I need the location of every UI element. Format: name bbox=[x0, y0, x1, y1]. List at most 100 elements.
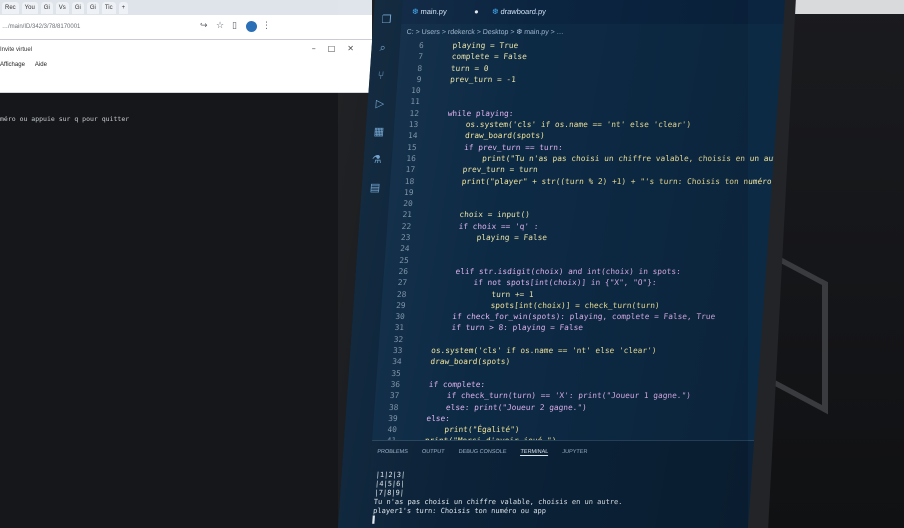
code-text: complete = False bbox=[432, 52, 528, 62]
profile-avatar[interactable] bbox=[246, 21, 257, 32]
code-line[interactable]: 23 playing = False bbox=[388, 232, 769, 243]
code-line[interactable]: 29 spots[int(choix)] = check_turn(turn) bbox=[383, 300, 764, 311]
bookmark-star-icon[interactable]: ☆ bbox=[216, 20, 224, 32]
code-text: if complete: bbox=[409, 379, 486, 389]
code-line[interactable]: 9 prev_turn = -1 bbox=[399, 74, 780, 85]
terminal-line: |4|5|6| bbox=[374, 480, 405, 488]
window-controls[interactable]: –□✕ bbox=[312, 44, 366, 53]
line-number: 27 bbox=[397, 278, 408, 288]
extensions-icon[interactable]: ▦ bbox=[373, 125, 384, 138]
code-line[interactable]: 40 print("Égalité") bbox=[374, 424, 755, 435]
line-number: 6 bbox=[418, 41, 425, 50]
line-number: 31 bbox=[394, 323, 405, 333]
code-line[interactable]: 8 turn = 0 bbox=[400, 63, 781, 74]
code-text: turn = 0 bbox=[431, 63, 489, 73]
code-line[interactable]: 10 bbox=[398, 85, 779, 96]
line-number: 36 bbox=[390, 379, 401, 389]
code-text: prev_turn = -1 bbox=[431, 74, 517, 84]
explorer-files-icon[interactable]: ❐ bbox=[381, 13, 392, 26]
line-number: 19 bbox=[403, 187, 414, 197]
browser-tab[interactable]: Tic bbox=[101, 2, 116, 14]
terminal-line: |7|8|9| bbox=[374, 489, 405, 497]
code-line[interactable]: 34 draw_board(spots) bbox=[379, 356, 760, 367]
line-number: 8 bbox=[417, 63, 423, 73]
code-line[interactable]: 26 elif str.isdigit(choix) and int(choix… bbox=[386, 266, 767, 277]
code-line[interactable]: 7 complete = False bbox=[401, 51, 782, 62]
browser-tab[interactable]: You bbox=[21, 2, 38, 14]
line-number: 25 bbox=[399, 255, 410, 265]
code-line[interactable]: 37 if check_turn(turn) == 'X': print("Jo… bbox=[377, 390, 758, 401]
code-line[interactable]: 6 playing = True bbox=[401, 40, 782, 51]
browser-tab[interactable]: Gi bbox=[71, 2, 84, 14]
run-debug-icon[interactable]: ▷ bbox=[375, 97, 384, 110]
line-number: 34 bbox=[391, 357, 402, 367]
testing-flask-icon[interactable]: ⚗ bbox=[371, 153, 382, 166]
line-number: 12 bbox=[409, 108, 420, 118]
code-line[interactable]: 35 bbox=[378, 368, 759, 379]
tab-problems[interactable]: PROBLEMS bbox=[377, 449, 408, 456]
tab-main-py[interactable]: ❆ main.py bbox=[412, 6, 447, 18]
code-text: choix = input() bbox=[421, 210, 531, 220]
source-control-icon[interactable]: ⑂ bbox=[377, 69, 385, 82]
code-line[interactable]: 24 bbox=[387, 243, 768, 254]
browser-tab[interactable]: Gi bbox=[86, 2, 99, 14]
code-line[interactable]: 19 bbox=[391, 187, 772, 198]
menu-item-affichage[interactable]: Affichage bbox=[0, 62, 25, 68]
new-tab-icon[interactable]: + bbox=[118, 2, 129, 14]
code-line[interactable]: 39 else: bbox=[375, 413, 756, 424]
code-line[interactable]: 33 os.system('cls' if os.name == 'nt' el… bbox=[380, 345, 761, 356]
editor-tab-bar: ❆ main.py ● ❆ drawboard.py bbox=[401, 0, 785, 24]
notebook-icon[interactable]: ▤ bbox=[369, 181, 380, 194]
code-line[interactable]: 31 if turn > 8: playing = False bbox=[382, 322, 763, 333]
tab-drawboard-py[interactable]: ❆ drawboard.py bbox=[492, 6, 547, 18]
terminal-output[interactable]: |1|2|3| |4|5|6| |7|8|9| Tu n'as pas choi… bbox=[372, 471, 624, 525]
code-line[interactable]: 17 prev_turn = turn bbox=[393, 164, 774, 175]
browser-tab[interactable]: Gi bbox=[40, 2, 53, 14]
code-text: prev_turn = turn bbox=[424, 165, 539, 175]
browser-tab[interactable]: Vs bbox=[55, 2, 69, 14]
tab-terminal[interactable]: TERMINAL bbox=[520, 449, 549, 456]
menu-dots-icon[interactable]: ⋮ bbox=[262, 20, 271, 32]
code-editor[interactable]: 6 playing = True 7 complete = False 8 turn… bbox=[374, 40, 785, 447]
code-line[interactable]: 11 bbox=[397, 96, 778, 107]
code-line[interactable]: 38 else: print("Joueur 2 gagne.") bbox=[376, 402, 757, 413]
code-line[interactable]: 18 print("player" + str((turn % 2) +1) +… bbox=[392, 176, 785, 187]
line-number: 39 bbox=[387, 413, 398, 423]
code-line[interactable]: 22 if choix == 'q' : bbox=[389, 221, 770, 232]
code-line[interactable]: 16 print("Tu n'as pas choisi un chiffre … bbox=[393, 153, 785, 164]
code-line[interactable]: 32 bbox=[381, 334, 762, 345]
window-title: Invite virtuel bbox=[0, 47, 33, 53]
code-text: draw_board(spots) bbox=[427, 131, 546, 141]
tab-debug-console[interactable]: DEBUG CONSOLE bbox=[458, 449, 506, 456]
code-text: while playing: bbox=[428, 108, 514, 118]
menu-item-aide[interactable]: Aide bbox=[35, 62, 47, 68]
code-line[interactable]: 28 turn += 1 bbox=[384, 289, 765, 300]
code-line[interactable]: 27 if not spots[int(choix)] in {"X", "O"… bbox=[385, 277, 766, 288]
code-line[interactable]: 12 while playing: bbox=[397, 108, 778, 119]
unsaved-dot-icon[interactable]: ● bbox=[474, 6, 479, 18]
search-icon[interactable]: ⌕ bbox=[379, 41, 386, 54]
address-bar[interactable]: …/main/ID/342/3/78/8170001 bbox=[0, 21, 192, 33]
browser-tab[interactable]: Rec bbox=[2, 2, 19, 14]
breadcrumb[interactable]: C: > Users > rdekerck > Desktop > ❆ main… bbox=[406, 28, 564, 36]
tab-jupyter[interactable]: JUPYTER bbox=[562, 449, 587, 456]
code-text: os.system('cls' if os.name == 'nt' else … bbox=[412, 346, 657, 356]
code-text: if choix == 'q' : bbox=[420, 221, 539, 231]
terminal-line: |1|2|3| bbox=[375, 471, 406, 479]
sidebar-icon[interactable]: ▯ bbox=[232, 20, 237, 32]
code-line[interactable]: 20 bbox=[390, 198, 771, 209]
code-line[interactable]: 30 if check_for_win(spots): playing, com… bbox=[382, 311, 763, 322]
code-text: print("Égalité") bbox=[406, 425, 520, 435]
code-line[interactable]: 21 choix = input() bbox=[389, 209, 770, 220]
code-line[interactable]: 15 if prev_turn == turn: bbox=[394, 142, 775, 153]
code-line[interactable]: 25 bbox=[386, 255, 767, 266]
terminal-cursor: ▌ bbox=[372, 516, 378, 524]
code-line[interactable]: 13 os.system('cls' if os.name == 'nt' el… bbox=[396, 119, 777, 130]
code-text: if check_turn(turn) == 'X': print("Joueu… bbox=[408, 391, 692, 401]
tab-output[interactable]: OUTPUT bbox=[422, 449, 445, 456]
share-icon[interactable]: ↪ bbox=[200, 20, 208, 32]
code-line[interactable]: 14 draw_board(spots) bbox=[395, 130, 776, 141]
code-line[interactable]: 36 if complete: bbox=[378, 379, 759, 390]
